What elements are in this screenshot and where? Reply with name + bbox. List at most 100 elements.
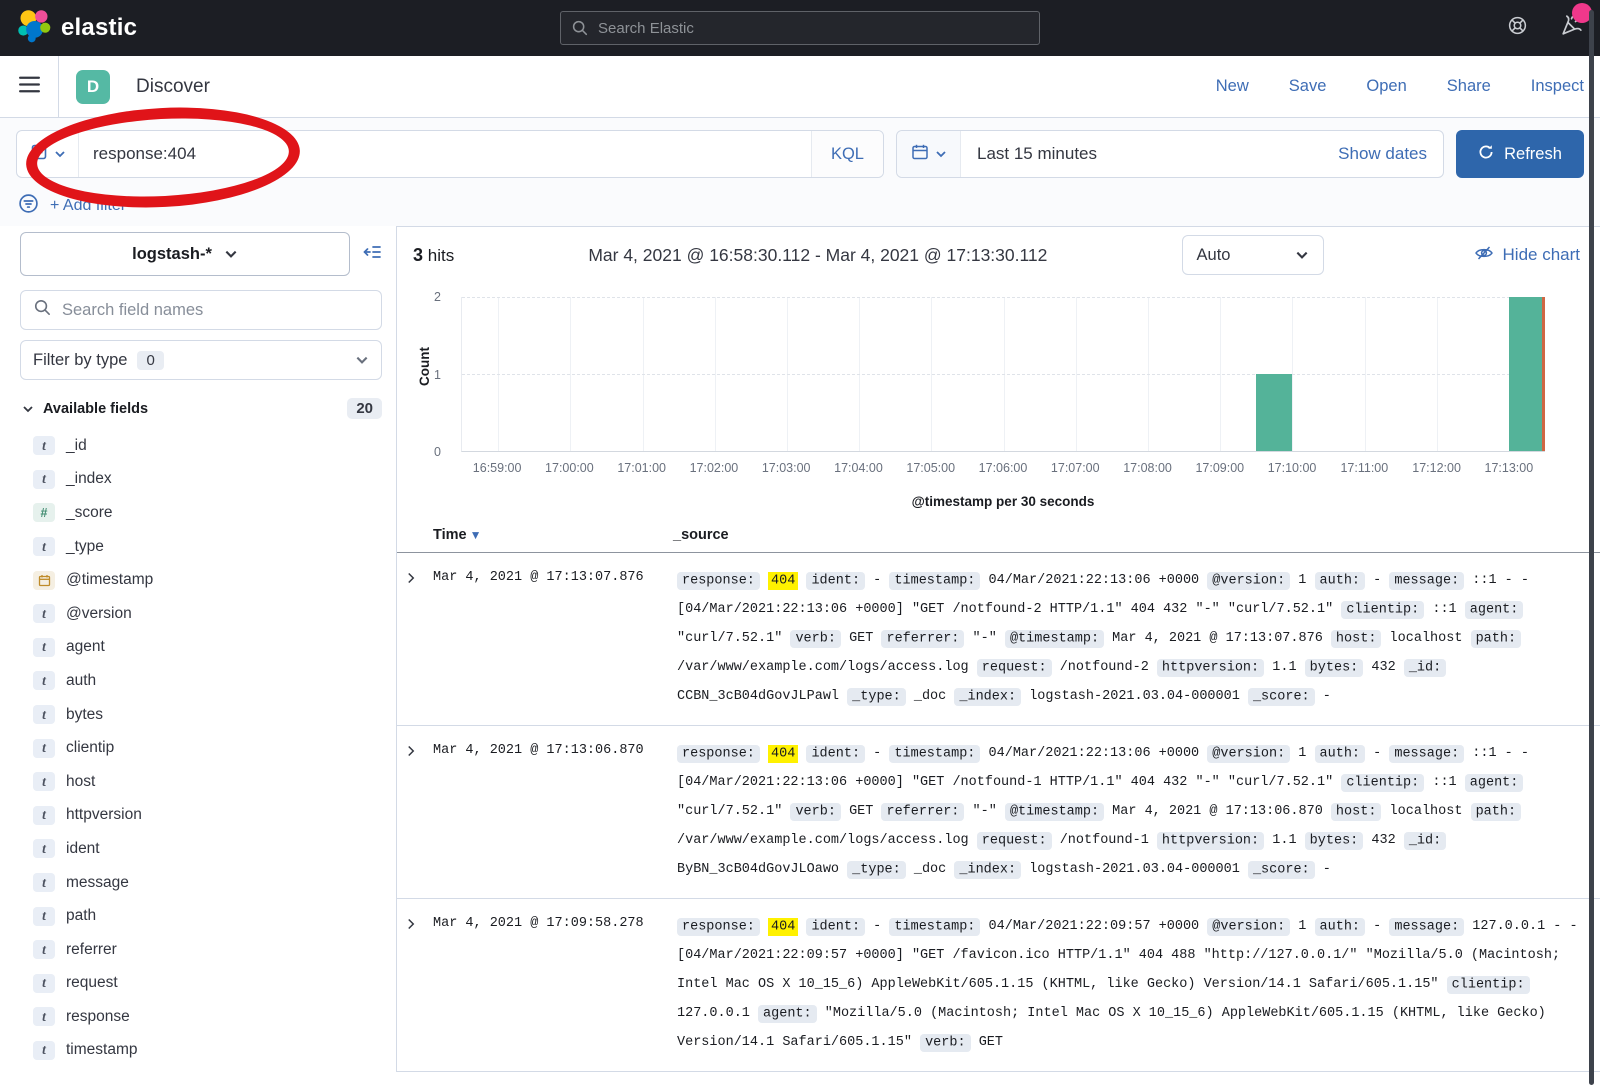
field-search-input[interactable] xyxy=(62,301,369,320)
histogram-bar[interactable] xyxy=(1256,374,1292,451)
table-row[interactable]: Mar 4, 2021 @ 17:13:07.876response: 404 … xyxy=(397,553,1600,726)
field-item-_id[interactable]: t_id xyxy=(20,429,382,463)
field-value: 127.0.0.1 xyxy=(677,1006,750,1021)
table-row[interactable]: Mar 4, 2021 @ 17:13:06.870response: 404 … xyxy=(397,726,1600,899)
refresh-icon xyxy=(1478,144,1494,165)
field-key-pill: agent: xyxy=(1465,774,1524,792)
field-item-timestamp[interactable]: ttimestamp xyxy=(20,1034,382,1068)
save-button[interactable]: Save xyxy=(1289,77,1327,96)
field-type-number-icon: # xyxy=(33,503,55,522)
available-fields-header[interactable]: Available fields 20 xyxy=(20,398,382,419)
query-input[interactable] xyxy=(79,144,811,164)
expand-row-button[interactable] xyxy=(405,739,433,762)
field-key-pill: verb: xyxy=(920,1034,971,1052)
collapse-sidebar-icon[interactable] xyxy=(362,242,382,267)
news-party-popper-icon[interactable] xyxy=(1559,13,1584,43)
field-item-message[interactable]: tmessage xyxy=(20,866,382,900)
interval-select[interactable]: Auto xyxy=(1182,235,1324,275)
scrollbar-thumb[interactable] xyxy=(1589,10,1594,1085)
field-name: bytes xyxy=(66,706,103,724)
row-time: Mar 4, 2021 @ 17:09:58.278 xyxy=(433,912,677,931)
field-value: - xyxy=(1323,689,1331,704)
refresh-button[interactable]: Refresh xyxy=(1456,130,1584,178)
query-language-button[interactable]: KQL xyxy=(811,131,883,177)
global-search[interactable] xyxy=(560,11,1040,45)
field-value: "-" xyxy=(973,631,997,646)
field-value: "-" xyxy=(973,804,997,819)
discover-app-icon: D xyxy=(76,70,110,104)
field-value: ByBN_3cB04dGovJLOawo xyxy=(677,862,839,877)
field-type-text-icon: t xyxy=(33,436,55,455)
field-item-_index[interactable]: t_index xyxy=(20,463,382,497)
field-item-clientip[interactable]: tclientip xyxy=(20,731,382,765)
field-value: - xyxy=(873,746,881,761)
column-header-time[interactable]: Time▼ xyxy=(433,527,673,543)
documents-table: Time▼ _source Mar 4, 2021 @ 17:13:07.876… xyxy=(397,523,1600,1072)
x-axis-tick-label: 17:10:00 xyxy=(1268,461,1317,475)
field-item-response[interactable]: tresponse xyxy=(20,1000,382,1034)
saved-query-icon xyxy=(30,143,48,166)
calendar-button[interactable] xyxy=(897,131,961,177)
inspect-button[interactable]: Inspect xyxy=(1531,77,1584,96)
field-item-_type[interactable]: t_type xyxy=(20,530,382,564)
field-item-auth[interactable]: tauth xyxy=(20,664,382,698)
histogram-bar[interactable] xyxy=(1509,297,1545,451)
add-filter-link[interactable]: + Add filter xyxy=(50,197,126,215)
time-range-value[interactable]: Last 15 minutes xyxy=(961,144,1338,164)
table-row[interactable]: Mar 4, 2021 @ 17:09:58.278response: 404 … xyxy=(397,899,1600,1072)
field-item-bytes[interactable]: tbytes xyxy=(20,698,382,732)
nav-bar: D Discover New Save Open Share Inspect xyxy=(0,56,1600,118)
field-value: 1 xyxy=(1298,573,1306,588)
field-key-pill: clientip: xyxy=(1341,774,1424,792)
field-key-pill: _score: xyxy=(1248,861,1315,879)
sidebar: logstash-* Filter by type 0 xyxy=(0,226,396,1072)
field-item-ident[interactable]: tident xyxy=(20,832,382,866)
field-item-httpversion[interactable]: thttpversion xyxy=(20,799,382,833)
field-key-pill: message: xyxy=(1389,745,1464,763)
field-item-referrer[interactable]: treferrer xyxy=(20,933,382,967)
show-dates-link[interactable]: Show dates xyxy=(1338,144,1443,164)
field-search[interactable] xyxy=(20,290,382,330)
field-name: @version xyxy=(66,605,132,623)
type-filter-count-badge: 0 xyxy=(137,351,163,370)
field-item-path[interactable]: tpath xyxy=(20,899,382,933)
new-button[interactable]: New xyxy=(1216,77,1249,96)
chart-yticks: 012 xyxy=(419,297,449,452)
row-time: Mar 4, 2021 @ 17:13:07.876 xyxy=(433,566,677,585)
field-key-pill: verb: xyxy=(790,803,841,821)
nav-divider xyxy=(58,56,59,117)
date-picker: Last 15 minutes Show dates xyxy=(896,130,1444,178)
menu-hamburger-icon[interactable] xyxy=(16,71,43,103)
help-lifebuoy-icon[interactable] xyxy=(1506,14,1529,42)
x-axis-tick-label: 16:59:00 xyxy=(473,461,522,475)
field-value: /var/www/example.com/logs/access.log xyxy=(677,660,969,675)
field-item-agent[interactable]: tagent xyxy=(20,631,382,665)
expand-row-button[interactable] xyxy=(405,912,433,935)
field-value: - xyxy=(1373,919,1381,934)
y-axis-tick-label: 2 xyxy=(434,290,441,304)
field-item-request[interactable]: trequest xyxy=(20,967,382,1001)
field-type-text-icon: t xyxy=(33,705,55,724)
field-key-pill: timestamp: xyxy=(889,572,980,590)
chevron-down-icon xyxy=(22,403,34,415)
field-item-@timestamp[interactable]: @timestamp xyxy=(20,563,382,597)
filter-by-type-select[interactable]: Filter by type 0 xyxy=(20,340,382,380)
saved-query-button[interactable] xyxy=(17,131,79,177)
elastic-logo[interactable]: elastic xyxy=(16,8,137,49)
field-item-host[interactable]: thost xyxy=(20,765,382,799)
field-key-pill: httpversion: xyxy=(1157,659,1264,677)
share-button[interactable]: Share xyxy=(1447,77,1491,96)
field-item-_score[interactable]: #_score xyxy=(20,496,382,530)
field-key-pill: verb: xyxy=(790,630,841,648)
table-body: Mar 4, 2021 @ 17:13:07.876response: 404 … xyxy=(397,553,1600,1072)
field-item-@version[interactable]: t@version xyxy=(20,597,382,631)
global-search-input[interactable] xyxy=(598,20,1029,37)
index-pattern-select[interactable]: logstash-* xyxy=(20,232,350,276)
field-value: _doc xyxy=(914,862,946,877)
expand-row-button[interactable] xyxy=(405,566,433,589)
open-button[interactable]: Open xyxy=(1366,77,1406,96)
field-value: /var/www/example.com/logs/access.log xyxy=(677,833,969,848)
filter-icon[interactable] xyxy=(18,193,39,219)
x-axis-tick-label: 17:12:00 xyxy=(1412,461,1461,475)
hide-chart-link[interactable]: Hide chart xyxy=(1474,243,1580,268)
